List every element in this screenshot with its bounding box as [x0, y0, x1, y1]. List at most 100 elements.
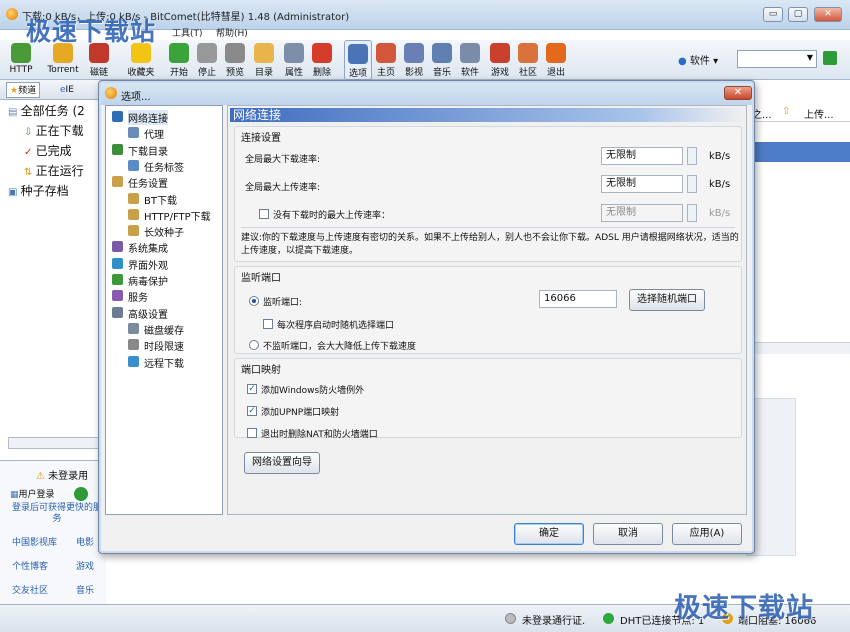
toolbar-software-button[interactable]: 软件	[458, 40, 482, 80]
main-scrollbar[interactable]	[746, 342, 850, 354]
upnp-checkbox[interactable]: ✓	[247, 406, 257, 416]
advanced-icon	[112, 306, 123, 318]
task-filter-item[interactable]: ▣ 种子存档	[8, 182, 69, 199]
network-wizard-button[interactable]: 网络设置向导	[244, 452, 320, 474]
idle-upload-checkbox[interactable]	[259, 209, 269, 219]
go-arrow-button[interactable]	[823, 51, 837, 65]
toolbar-music-button[interactable]: 音乐	[430, 40, 454, 80]
task-settings-icon	[112, 176, 123, 188]
tree-item[interactable]: 磁盘缓存	[144, 322, 184, 337]
toolbar-folder-button[interactable]: 目录	[252, 40, 276, 80]
listen-port-radio[interactable]	[249, 296, 259, 306]
task-filter-item[interactable]: ⇩ 正在下载	[24, 122, 84, 139]
preview-icon	[225, 43, 245, 63]
chevron-down-icon: ▼	[806, 53, 813, 62]
port-mapping-group: 端口映射 ✓ 添加Windows防火墙例外 ✓ 添加UPNP端口映射 退出时删除…	[234, 358, 742, 440]
tab-ie[interactable]: eIE	[60, 82, 74, 98]
toolbar-community-button[interactable]: 社区	[516, 40, 540, 80]
toolbar-preview-button[interactable]: 预览	[222, 40, 248, 80]
tree-item[interactable]: 高级设置	[128, 306, 168, 321]
tree-item[interactable]: 网络连接	[128, 110, 168, 125]
idle-upload-spinner[interactable]	[687, 204, 697, 222]
toolbar-label: 社区	[518, 68, 537, 78]
tab-channel[interactable]: ★频道	[6, 82, 41, 98]
listen-port-input[interactable]: 16066	[539, 290, 617, 308]
toolbar-properties-button[interactable]: 属性	[282, 40, 306, 80]
firewall-checkbox[interactable]: ✓	[247, 384, 257, 394]
max-upload-spinner[interactable]	[687, 175, 697, 193]
site-link[interactable]: 游戏	[76, 559, 94, 572]
idle-upload-input[interactable]: 无限制	[601, 204, 683, 222]
software-icon	[460, 43, 480, 63]
menu-help[interactable]: 帮助(H)	[216, 26, 248, 39]
dialog-title-bar: 选项... ✕	[101, 83, 752, 105]
minimize-button[interactable]: ▭	[763, 7, 783, 22]
all-tasks-icon: ▤	[8, 107, 21, 118]
login-warning-text: 未登录用	[48, 471, 89, 482]
toolbar-home-button[interactable]: 主页	[374, 40, 398, 80]
toolbar-label: Torrent	[47, 65, 79, 75]
task-filter-item[interactable]: ⇅ 正在运行	[24, 162, 84, 179]
tree-item[interactable]: 系统集成	[128, 240, 168, 255]
network-icon	[112, 111, 123, 122]
tree-item[interactable]: BT下载	[144, 192, 177, 207]
tree-item[interactable]: 任务设置	[128, 175, 168, 190]
properties-icon	[284, 43, 304, 63]
toolbar-game-button[interactable]: 游戏	[488, 40, 512, 80]
user-login-link[interactable]: ▦用户登录	[10, 487, 55, 500]
toolbar-delete-button[interactable]: 删除	[310, 40, 334, 80]
no-listen-radio[interactable]	[249, 340, 259, 350]
close-button[interactable]: ✕	[814, 7, 842, 22]
speed-tip: 建议:你的下载速度与上传速度有密切的关系。如果不上传给别人，别人也不会让你下载。…	[241, 233, 739, 256]
task-tag-icon	[128, 159, 139, 171]
site-link[interactable]: 电影	[76, 535, 94, 548]
toolbar-play-button[interactable]: 开始	[166, 40, 192, 80]
apply-button[interactable]: 应用(A)	[672, 523, 742, 545]
column-upload[interactable]: 上传...	[804, 106, 834, 121]
download-dir-icon	[112, 143, 123, 155]
random-port-button[interactable]: 选择随机端口	[629, 289, 705, 311]
dialog-close-button[interactable]: ✕	[724, 86, 752, 100]
software-dropdown[interactable]: ● 软件 ▾	[678, 52, 718, 67]
login-tip[interactable]: 登录后可获得更快的服务	[10, 503, 104, 525]
max-download-input[interactable]: 无限制	[601, 147, 683, 165]
site-link[interactable]: 个性博客	[12, 559, 48, 572]
site-link[interactable]: 交友社区	[12, 583, 48, 596]
tree-item[interactable]: 远程下载	[144, 355, 184, 370]
video-icon	[404, 43, 424, 63]
tree-item[interactable]: 代理	[144, 126, 164, 141]
bitcomet-logo-icon	[105, 87, 117, 99]
tree-item[interactable]: 长效种子	[144, 224, 184, 239]
site-link[interactable]: 音乐	[76, 583, 94, 596]
max-upload-input[interactable]: 无限制	[601, 175, 683, 193]
search-combo[interactable]: ▼	[737, 50, 817, 68]
toolbar-video-button[interactable]: 影视	[402, 40, 426, 80]
tree-item[interactable]: 下载目录	[128, 143, 168, 158]
site-link[interactable]: 中国影视库	[12, 535, 57, 548]
toolbar-options-button[interactable]: 选项	[344, 40, 372, 80]
tree-item[interactable]: 病毒保护	[128, 273, 168, 288]
tree-item[interactable]: 服务	[128, 289, 148, 304]
selected-task-row[interactable]	[746, 142, 850, 162]
firewall-label: 添加Windows防火墙例外	[261, 386, 365, 396]
menu-tools[interactable]: 工具(T)	[172, 26, 203, 39]
remove-nat-checkbox[interactable]	[247, 428, 257, 438]
toolbar-stop-button[interactable]: 停止	[196, 40, 218, 80]
tree-item[interactable]: 界面外观	[128, 257, 168, 272]
star-icon: ★	[10, 86, 19, 96]
max-download-unit: kB/s	[709, 151, 731, 162]
left-scrollbar[interactable]	[8, 437, 100, 449]
toolbar-exit-button[interactable]: 退出	[544, 40, 568, 80]
cancel-button[interactable]: 取消	[593, 523, 663, 545]
torrent-archive-icon: ▣	[8, 187, 21, 198]
tree-item[interactable]: 时段限速	[144, 338, 184, 353]
stop-icon	[197, 43, 217, 63]
maximize-button[interactable]: ▢	[788, 7, 808, 22]
max-download-spinner[interactable]	[687, 147, 697, 165]
tree-item[interactable]: HTTP/FTP下载	[144, 208, 211, 223]
ok-button[interactable]: 确定	[514, 523, 584, 545]
task-filter-item[interactable]: ▤ 全部任务 (2	[8, 102, 85, 119]
task-filter-item[interactable]: ✓ 已完成	[24, 142, 72, 159]
random-each-start-checkbox[interactable]	[263, 319, 273, 329]
tree-item[interactable]: 任务标签	[144, 159, 184, 174]
